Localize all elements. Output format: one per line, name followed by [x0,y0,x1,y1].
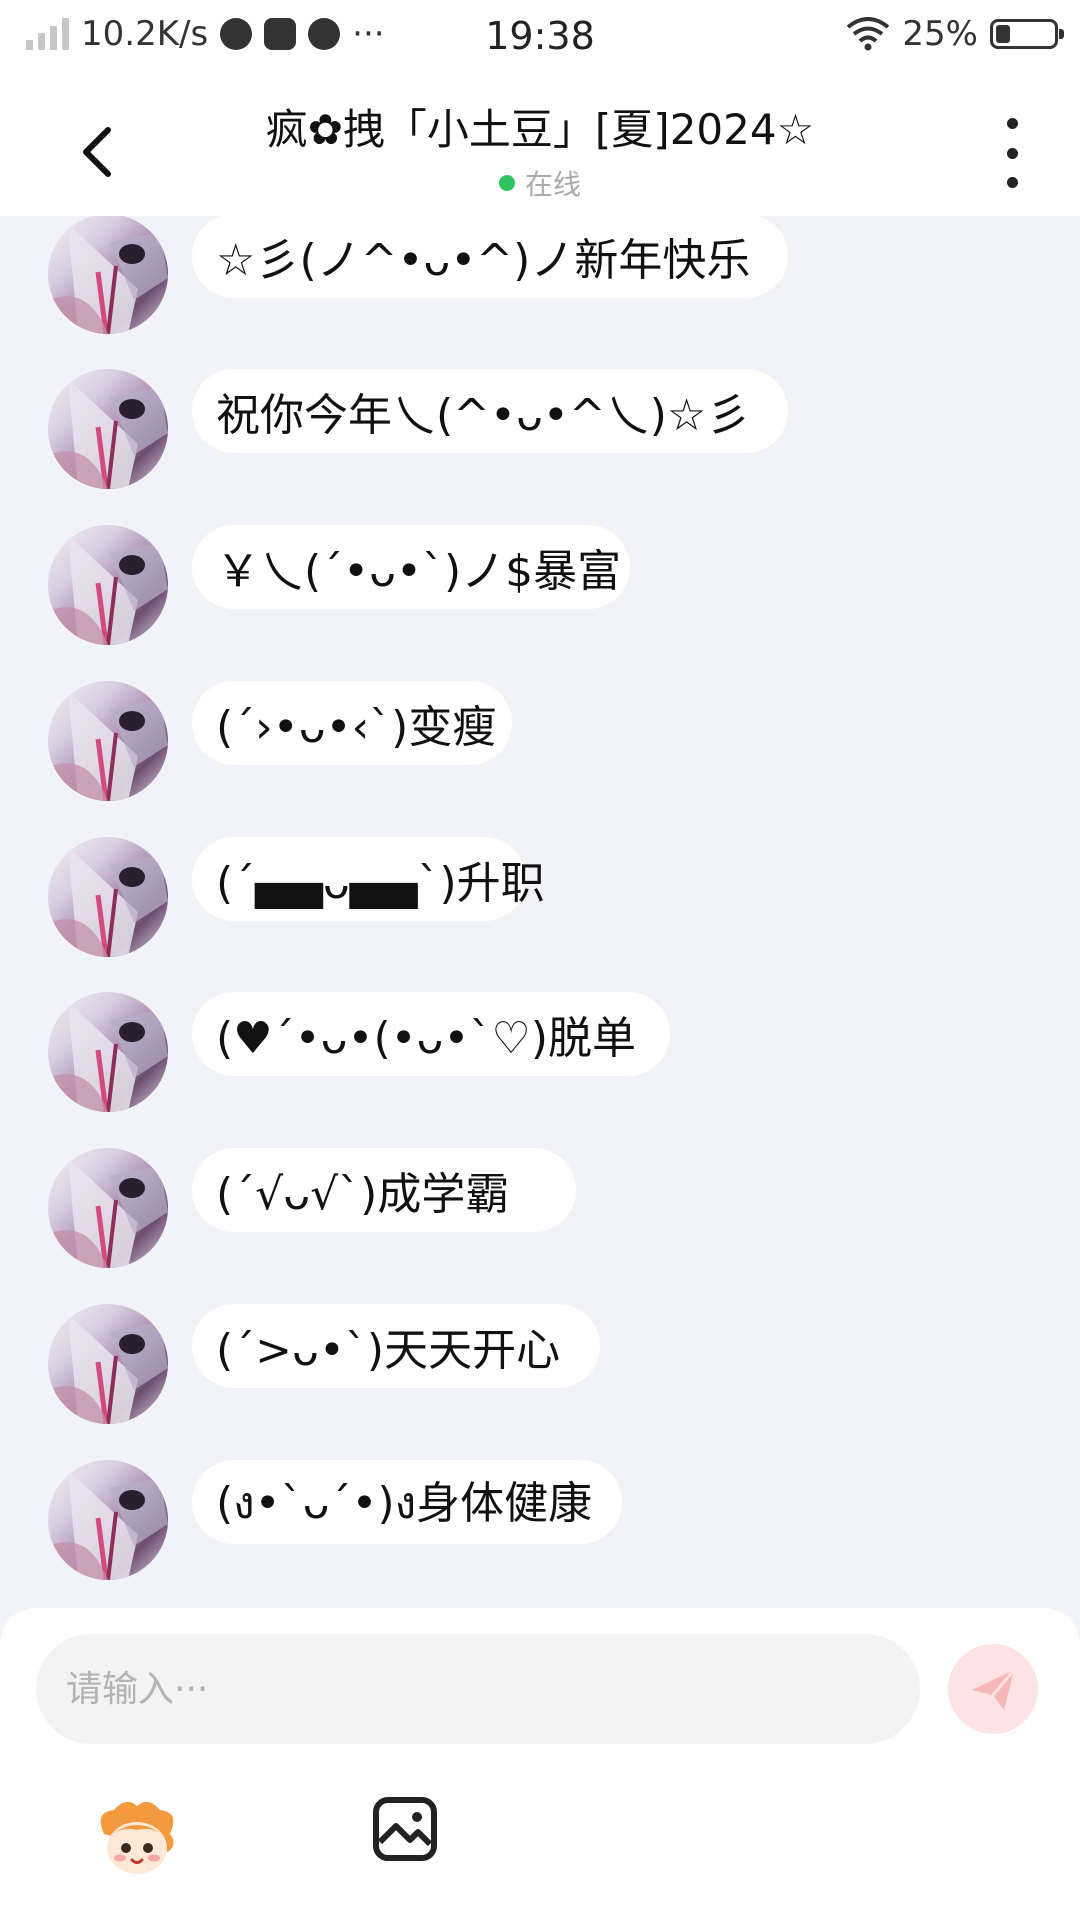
chat-header: 疯✿拽「小土豆」[夏]2024☆ 在线 [0,76,1080,216]
mascot-sticker-button[interactable] [92,1794,182,1884]
chat-title-block: 疯✿拽「小土豆」[夏]2024☆ 在线 [150,96,930,203]
message-row: (ˊ>ᴗ•ˋ)天天开心 [0,1304,1080,1460]
status-right: 25% [846,14,1064,54]
more-dot [1006,177,1018,188]
message-row: (ง•ˋᴗˊ•)ง身体健康 [0,1460,1080,1610]
message-bubble[interactable]: (♥ˊ•ᴗ•(•ᴗ•ˋ♡)脱单 [192,992,670,1076]
send-button[interactable] [948,1644,1038,1734]
contact-avatar[interactable] [48,525,168,645]
message-row: (ˊ√ᴗ√ˋ)成学霸 [0,1148,1080,1304]
online-dot-icon [498,175,515,191]
message-bubble[interactable]: ☆彡(ノ^•ᴗ•^)ノ新年快乐 [192,216,788,298]
contact-avatar[interactable] [48,1304,168,1424]
message-row: ☆彡(ノ^•ᴗ•^)ノ新年快乐 [0,216,1080,370]
message-bubble[interactable]: (ˊ▄▄ᴗ▄▄ˋ)升职 [192,837,545,921]
message-row: (♥ˊ•ᴗ•(•ᴗ•ˋ♡)脱单 [0,992,1080,1148]
message-bubble[interactable]: (ˊ›•ᴗ•‹ˋ)变瘦 [192,681,512,765]
status-bar: 10.2K/s ··· 19:38 25% [0,0,1080,76]
image-picker-button[interactable] [372,1796,438,1862]
mascot-sticker-icon [100,1801,174,1874]
message-bubble[interactable]: (ง•ˋᴗˊ•)ง身体健康 [192,1460,622,1544]
image-icon [373,1797,437,1861]
message-row: ￥乀(ˊ•ᴗ•ˋ)ノ$暴富 [0,525,1080,681]
battery-percent: 25% [902,14,978,54]
send-icon [972,1669,1016,1710]
back-arrow-icon [83,127,111,177]
message-bubble[interactable]: 祝你今年乀(^•ᴗ•^乀)☆彡 [192,369,788,453]
contact-avatar[interactable] [48,681,168,801]
more-options-button[interactable] [992,118,1032,188]
back-button[interactable] [70,116,130,186]
message-row: (ˊ▄▄ᴗ▄▄ˋ)升职 [0,837,1080,993]
contact-avatar[interactable] [48,1460,168,1580]
input-area [0,1608,1080,1920]
message-bubble[interactable]: (ˊ>ᴗ•ˋ)天天开心 [192,1304,600,1388]
chat-title: 疯✿拽「小土豆」[夏]2024☆ [265,105,815,154]
message-bubble[interactable]: ￥乀(ˊ•ᴗ•ˋ)ノ$暴富 [192,525,630,609]
more-dot [1006,118,1018,129]
message-row: 祝你今年乀(^•ᴗ•^乀)☆彡 [0,369,1080,525]
message-row: (ˊ›•ᴗ•‹ˋ)变瘦 [0,681,1080,837]
more-dot [1006,147,1018,159]
message-input[interactable] [36,1634,920,1744]
contact-avatar[interactable] [48,992,168,1112]
contact-avatar[interactable] [48,837,168,957]
online-status: 在线 [150,163,930,203]
wifi-icon [847,17,890,51]
battery-icon [990,19,1064,49]
battery-fill [996,25,1010,43]
contact-avatar[interactable] [48,369,168,489]
message-list[interactable]: ☆彡(ノ^•ᴗ•^)ノ新年快乐 祝你今年乀(^•ᴗ•^乀)☆彡 ￥乀(ˊ•ᴗ•ˋ)ノ… [0,216,1080,1610]
contact-avatar[interactable] [48,216,168,334]
contact-avatar[interactable] [48,1148,168,1268]
message-bubble[interactable]: (ˊ√ᴗ√ˋ)成学霸 [192,1148,576,1232]
online-status-text: 在线 [524,168,581,201]
